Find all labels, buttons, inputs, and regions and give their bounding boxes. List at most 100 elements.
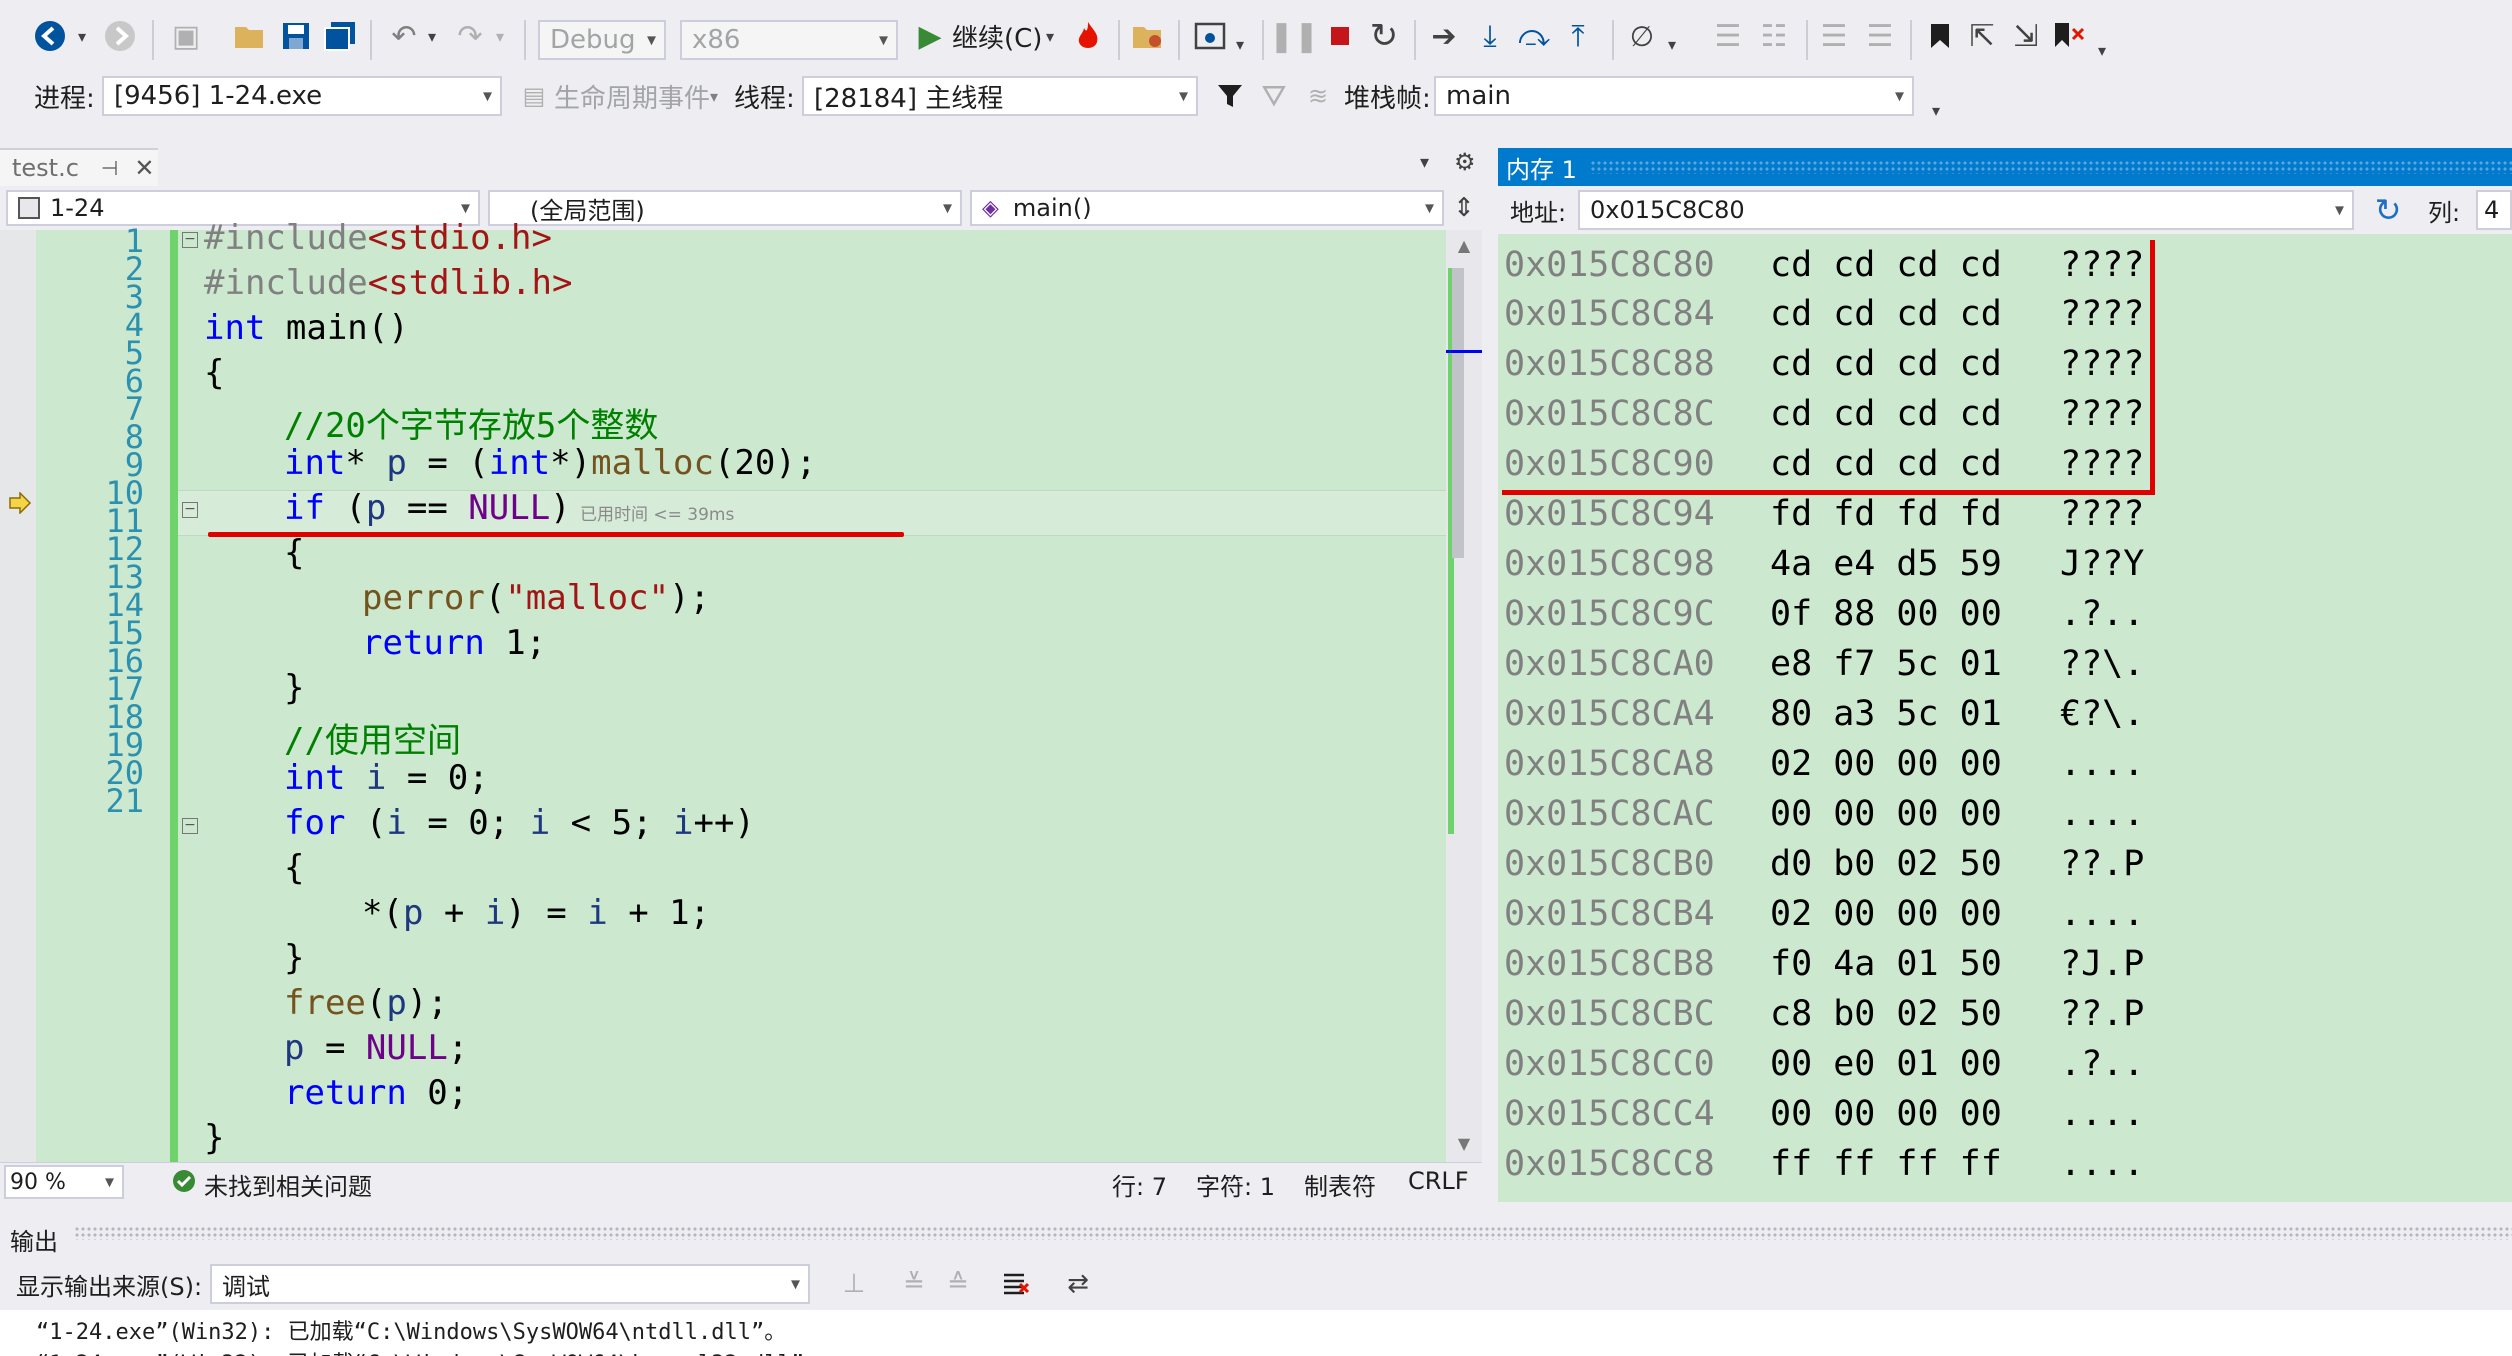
memory-row[interactable]: 0x015C8C84 cd cd cd cd???? — [1504, 290, 2144, 338]
columns-select[interactable]: 4 — [2476, 190, 2512, 230]
pause-icon[interactable]: ❚❚ — [1269, 16, 1319, 56]
memory-row[interactable]: 0x015C8CB4 02 00 00 00.... — [1504, 890, 2144, 938]
restart-icon[interactable]: ↻ — [1366, 16, 1402, 56]
continue-button[interactable]: 继续(C) — [952, 16, 1042, 56]
code-line-6[interactable]: int* p = (int*)malloc(20); — [284, 443, 816, 483]
toolbar-overflow-icon[interactable]: ▾ — [2094, 30, 2110, 70]
chevron-down-icon[interactable]: ▾ — [424, 16, 440, 56]
function-select[interactable]: ◈ main() ▾ — [970, 190, 1444, 226]
memory-row[interactable]: 0x015C8CA4 80 a3 5c 01 €?\. — [1504, 690, 2144, 738]
code-line-14[interactable]: for (i = 0; i < 5; i++) — [284, 803, 755, 843]
code-line-1[interactable]: #include<stdio.h> — [204, 218, 552, 258]
next-bookmark-icon[interactable]: ⇲ — [2006, 16, 2046, 56]
collapse-region-icon[interactable]: − — [182, 818, 198, 834]
navigate-forward-icon[interactable] — [100, 16, 140, 56]
code-line-4[interactable]: { — [204, 353, 224, 393]
increase-indent-icon[interactable]: ☰ — [1860, 16, 1900, 56]
code-line-19[interactable]: p = NULL; — [284, 1028, 468, 1068]
code-line-20[interactable]: return 0; — [284, 1073, 468, 1113]
memory-row[interactable]: 0x015C8CBC c8 b0 02 50 ??.P — [1504, 990, 2144, 1038]
hex-display-icon[interactable]: ∅ — [1622, 16, 1662, 56]
filter-disabled-icon[interactable]: ⛛ — [1254, 76, 1294, 116]
memory-row[interactable]: 0x015C8CB8 f0 4a 01 50 ?J.P — [1504, 940, 2144, 988]
code-line-12[interactable]: //使用空间 — [284, 713, 461, 762]
memory-row[interactable]: 0x015C8CB0 d0 b0 02 50 ??.P — [1504, 840, 2144, 888]
output-source-select[interactable]: 调试 ▾ — [210, 1264, 810, 1304]
uncomment-icon[interactable]: ☷ — [1754, 16, 1794, 56]
collapse-region-icon[interactable]: − — [182, 502, 198, 518]
navigate-back-icon[interactable] — [30, 16, 70, 56]
indicator-margin[interactable] — [0, 230, 36, 1162]
process-select[interactable]: [9456] 1-24.exe ▾ — [102, 76, 502, 116]
browser-window-icon[interactable] — [1190, 16, 1230, 56]
memory-row[interactable]: 0x015C8CA8 02 00 00 00.... — [1504, 740, 2144, 788]
code-line-11[interactable]: } — [284, 668, 304, 708]
decrease-indent-icon[interactable]: ☰ — [1814, 16, 1854, 56]
save-icon[interactable] — [276, 16, 316, 56]
code-line-8[interactable]: { — [284, 533, 304, 573]
eol-indicator[interactable]: CRLF — [1408, 1167, 1469, 1195]
memory-row[interactable]: 0x015C8C80 cd cd cd cd???? — [1504, 241, 2144, 289]
clear-bookmarks-icon[interactable] — [2050, 16, 2090, 56]
stop-debugging-icon[interactable] — [1322, 16, 1358, 56]
chevron-down-icon[interactable]: ▾ — [1042, 16, 1058, 56]
code-line-3[interactable]: int main() — [204, 308, 409, 348]
comment-icon[interactable]: ☰ — [1708, 16, 1748, 56]
gear-icon[interactable]: ⚙ — [1454, 148, 1480, 182]
word-wrap-icon[interactable]: ⇄ — [1058, 1264, 1098, 1304]
previous-message-icon[interactable]: ≚ — [894, 1264, 934, 1304]
open-folder-icon[interactable] — [230, 16, 270, 56]
code-line-5[interactable]: //20个字节存放5个整数 — [284, 398, 658, 447]
output-text[interactable]: “1-24.exe”(Win32): 已加载“C:\Windows\SysWOW… — [0, 1310, 2512, 1356]
bookmark-icon[interactable] — [1920, 16, 1960, 56]
undo-icon[interactable]: ↶ — [384, 16, 424, 56]
save-all-icon[interactable] — [320, 16, 360, 56]
stack-frame-select[interactable]: main ▾ — [1434, 76, 1914, 116]
memory-row[interactable]: 0x015C8CC8 ff ff ff ff.... — [1504, 1140, 2144, 1188]
memory-row[interactable]: 0x015C8C94 fd fd fd fd???? — [1504, 490, 2144, 538]
step-out-icon[interactable]: ⤒ — [1558, 16, 1598, 56]
tab-test-c[interactable]: test.c ⊣ ✕ — [0, 148, 158, 186]
solution-platform-select[interactable]: x86 ▾ — [680, 20, 898, 60]
chevron-down-icon[interactable]: ▾ — [1664, 24, 1680, 64]
memory-row[interactable]: 0x015C8CA0 e8 f7 5c 01 ??\. — [1504, 640, 2144, 688]
step-over-icon[interactable]: ⤼ — [1514, 16, 1554, 56]
toolbar-overflow-icon[interactable]: ▾ — [1928, 90, 1944, 130]
lifecycle-events-icon[interactable]: ▤ — [516, 76, 552, 116]
show-next-statement-icon[interactable]: ➔ — [1424, 16, 1464, 56]
code-line-15[interactable]: { — [284, 848, 304, 888]
filter-icon[interactable] — [1210, 76, 1250, 116]
continue-play-icon[interactable]: ▶ — [912, 16, 948, 56]
refresh-icon[interactable]: ↻ — [2370, 190, 2406, 230]
split-editor-icon[interactable]: ⇕ — [1448, 190, 1480, 226]
next-message-icon[interactable]: ≙ — [938, 1264, 978, 1304]
code-line-9[interactable]: perror("malloc"); — [362, 578, 710, 618]
tab-list-chevron-down-icon[interactable]: ▾ — [1420, 152, 1444, 182]
zoom-select[interactable]: 90 % ▾ — [4, 1165, 124, 1199]
code-line-10[interactable]: return 1; — [362, 623, 546, 663]
memory-row[interactable]: 0x015C8CC4 00 00 00 00.... — [1504, 1090, 2144, 1138]
scope-select[interactable]: (全局范围) ▾ — [488, 190, 962, 226]
chevron-down-icon[interactable]: ▾ — [74, 16, 90, 56]
tabs-indicator[interactable]: 制表符 — [1304, 1167, 1376, 1202]
chevron-down-icon[interactable]: ▾ — [706, 76, 722, 116]
lifecycle-events-button[interactable]: 生命周期事件 — [554, 76, 710, 116]
code-line-16[interactable]: *(p + i) = i + 1; — [362, 893, 710, 933]
memory-row[interactable]: 0x015C8C88 cd cd cd cd???? — [1504, 340, 2144, 388]
find-message-in-code-icon[interactable]: ⊥ — [834, 1264, 874, 1304]
close-icon[interactable]: ✕ — [134, 154, 154, 182]
pin-icon[interactable]: ⊣ — [101, 156, 118, 180]
code-line-21[interactable]: } — [204, 1118, 224, 1158]
memory-row[interactable]: 0x015C8C90 cd cd cd cd???? — [1504, 440, 2144, 488]
title-drag-grip[interactable] — [74, 1226, 2512, 1240]
clear-all-icon[interactable] — [996, 1264, 1036, 1304]
scrollbar-thumb[interactable] — [1452, 268, 1464, 558]
code-line-7[interactable]: if (p == NULL) — [284, 488, 571, 528]
issues-status[interactable]: 未找到相关问题 — [204, 1167, 372, 1202]
code-line-18[interactable]: free(p); — [284, 983, 448, 1023]
line-indicator[interactable]: 行: 7 — [1112, 1167, 1167, 1202]
chevron-down-icon[interactable]: ▾ — [492, 16, 508, 56]
flag-threads-icon[interactable]: ≋ — [1298, 76, 1338, 116]
memory-row[interactable]: 0x015C8C98 4a e4 d5 59 J??Y — [1504, 540, 2144, 588]
step-into-icon[interactable]: ⤓ — [1470, 16, 1510, 56]
